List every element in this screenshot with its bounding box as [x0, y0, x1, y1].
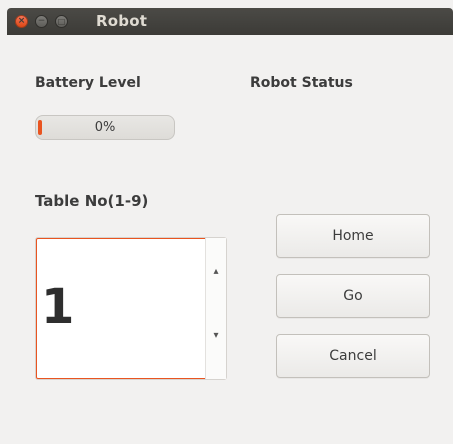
- battery-progress-bar: 0%: [35, 115, 175, 140]
- maximize-icon[interactable]: □: [55, 15, 68, 28]
- spin-buttons: ▴ ▾: [205, 238, 226, 379]
- chevron-up-icon[interactable]: ▴: [206, 238, 226, 308]
- close-icon[interactable]: ×: [15, 15, 28, 28]
- table-number-value: 1: [41, 279, 75, 335]
- chevron-down-icon[interactable]: ▾: [206, 308, 226, 378]
- battery-level-label: Battery Level: [35, 75, 141, 91]
- table-number-label: Table No(1-9): [35, 192, 149, 210]
- title-bar: × − □ Robot: [7, 8, 453, 35]
- go-button[interactable]: Go: [276, 274, 430, 318]
- battery-percent-text: 0%: [94, 120, 116, 135]
- robot-status-label: Robot Status: [250, 75, 353, 91]
- minimize-icon[interactable]: −: [35, 15, 48, 28]
- robot-window: × − □ Robot Battery Level Robot Status 0…: [7, 8, 453, 444]
- home-button[interactable]: Home: [276, 214, 430, 258]
- table-number-field[interactable]: 1: [36, 238, 207, 379]
- cancel-button[interactable]: Cancel: [276, 334, 430, 378]
- table-number-spinbox[interactable]: 1 ▴ ▾: [35, 237, 227, 380]
- window-title: Robot: [96, 12, 148, 30]
